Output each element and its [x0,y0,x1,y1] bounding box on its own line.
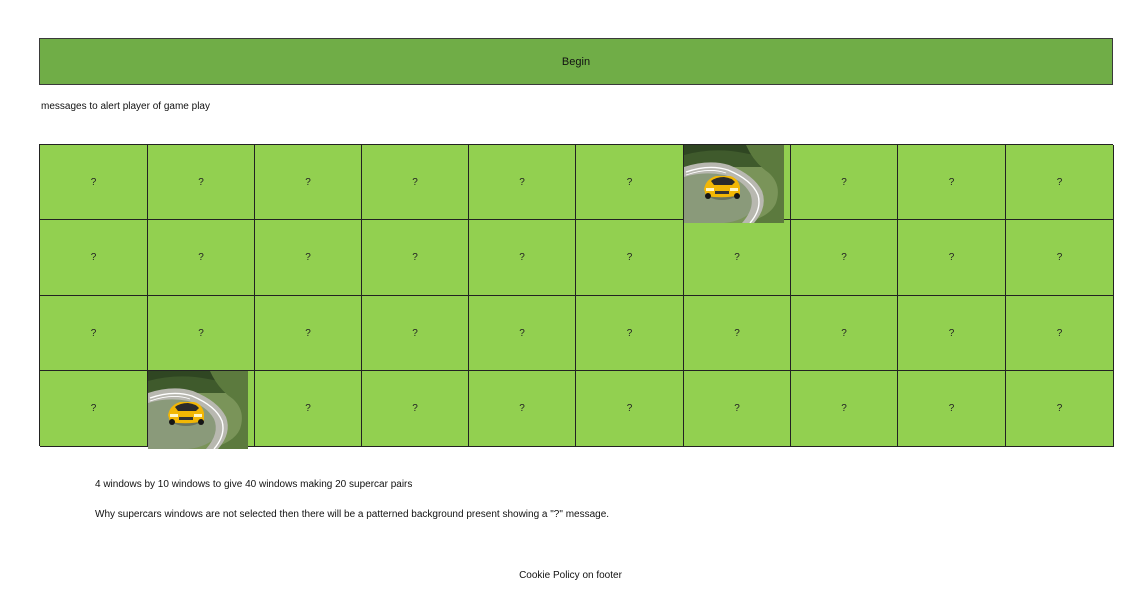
card-tile-hidden[interactable]: ? [40,220,148,296]
card-tile-hidden[interactable]: ? [148,145,255,220]
question-mark: ? [626,327,633,339]
question-mark: ? [1056,327,1063,339]
question-mark: ? [90,252,97,263]
card-tile-hidden[interactable]: ? [576,220,684,296]
question-mark: ? [734,252,740,263]
card-tile-hidden[interactable]: ? [1006,145,1114,220]
card-tile-hidden[interactable]: ? [40,145,148,220]
question-mark: ? [305,327,311,339]
card-tile-hidden[interactable]: ? [898,220,1006,296]
question-mark: ? [519,403,525,414]
question-mark: ? [1056,252,1063,263]
question-mark: ? [948,403,955,414]
card-tile-hidden[interactable]: ? [684,371,791,447]
card-tile-hidden[interactable]: ? [148,220,255,296]
question-mark: ? [90,327,97,339]
question-mark: ? [734,403,740,414]
cookie-policy-footer[interactable]: Cookie Policy on footer [0,570,1141,581]
card-tile-hidden[interactable]: ? [898,145,1006,220]
question-mark: ? [198,176,204,188]
question-mark: ? [519,176,525,188]
question-mark: ? [412,403,418,414]
question-mark: ? [948,176,955,188]
question-mark: ? [734,327,740,339]
card-tile-hidden[interactable]: ? [40,296,148,371]
question-mark: ? [1056,403,1063,414]
question-mark: ? [841,176,847,188]
question-mark: ? [626,252,633,263]
card-tile-hidden[interactable]: ? [469,296,576,371]
card-tile-hidden[interactable]: ? [791,220,898,296]
question-mark: ? [305,403,311,414]
question-mark: ? [626,176,633,188]
question-mark: ? [841,327,847,339]
card-tile-hidden[interactable]: ? [362,296,469,371]
card-tile-hidden[interactable]: ? [255,371,362,447]
card-tile-hidden[interactable]: ? [40,371,148,447]
card-tile-hidden[interactable]: ? [576,296,684,371]
question-mark: ? [841,403,847,414]
card-tile-hidden[interactable]: ? [1006,296,1114,371]
begin-label: Begin [561,55,591,68]
game-messages: messages to alert player of game play [41,101,210,112]
card-tile-hidden[interactable]: ? [791,296,898,371]
card-tile-hidden[interactable]: ? [576,371,684,447]
question-mark: ? [90,403,97,414]
card-tile-hidden[interactable]: ? [362,371,469,447]
card-tile-hidden[interactable]: ? [576,145,684,220]
card-tile-hidden[interactable]: ? [684,296,791,371]
question-mark: ? [412,176,418,188]
info-line-background: Why supercars windows are not selected t… [95,509,610,520]
card-tile-hidden[interactable]: ? [791,145,898,220]
card-tile-hidden[interactable]: ? [255,296,362,371]
card-tile-hidden[interactable]: ? [255,220,362,296]
card-tile-hidden[interactable]: ? [362,145,469,220]
card-tile-hidden[interactable]: ? [469,145,576,220]
question-mark: ? [412,327,418,339]
question-mark: ? [948,327,955,339]
question-mark: ? [1056,176,1063,188]
card-tile-hidden[interactable]: ? [898,296,1006,371]
question-mark: ? [948,252,955,263]
question-mark: ? [841,252,847,263]
question-mark: ? [626,403,633,414]
game-page: Begin messages to alert player of game p… [0,0,1141,599]
card-tile-hidden[interactable]: ? [898,371,1006,447]
info-line-grid: 4 windows by 10 windows to give 40 windo… [95,479,413,490]
supercar-image [148,371,248,449]
card-tile-hidden[interactable]: ? [469,371,576,447]
card-tile-hidden[interactable]: ? [148,296,255,371]
card-tile-revealed[interactable] [684,145,791,223]
card-tile-revealed[interactable] [148,371,255,449]
card-tile-hidden[interactable]: ? [1006,220,1114,296]
question-mark: ? [198,327,204,339]
question-mark: ? [305,252,311,263]
card-tile-hidden[interactable]: ? [1006,371,1114,447]
card-tile-hidden[interactable]: ? [791,371,898,447]
card-tile-hidden[interactable]: ? [255,145,362,220]
supercar-image [684,145,784,223]
question-mark: ? [198,252,204,263]
game-board: ?????? ???????????????????????? ? ? ? ? … [39,144,1114,449]
question-mark: ? [90,176,97,188]
question-mark: ? [519,252,525,263]
question-mark: ? [412,252,418,263]
begin-button[interactable]: Begin [39,38,1113,85]
card-tile-hidden[interactable]: ? [684,220,791,296]
card-tile-hidden[interactable]: ? [469,220,576,296]
card-tile-hidden[interactable]: ? [362,220,469,296]
question-mark: ? [519,327,525,339]
question-mark: ? [305,176,311,188]
